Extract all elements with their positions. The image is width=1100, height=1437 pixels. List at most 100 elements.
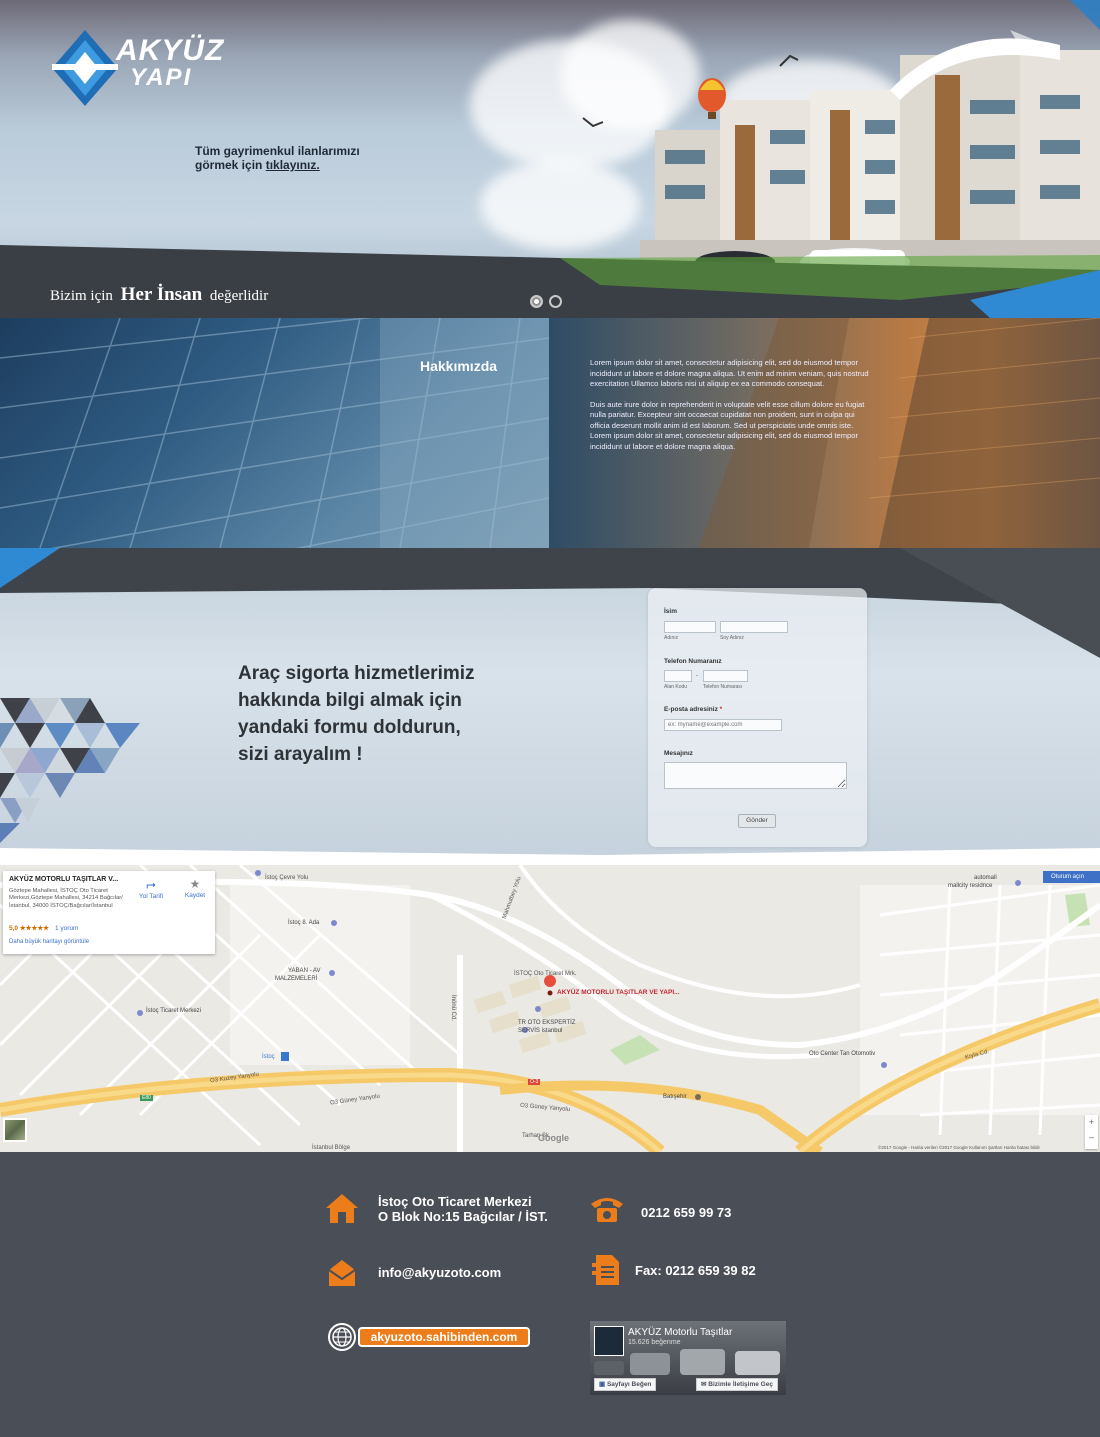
area-code-input[interactable] (664, 670, 692, 682)
fb-contact-label: Bizimle İletişime Geç (708, 1381, 773, 1388)
map-label: İstoç Çevre Yolu (265, 875, 309, 881)
headline-line-3: yandaki formu doldurun, (238, 717, 461, 738)
bigger-map-link[interactable]: Daha büyük haritayı görüntüle (9, 939, 89, 945)
map-label: Batışehir (663, 1094, 687, 1100)
footer-email[interactable]: info@akyuzoto.com (378, 1265, 501, 1280)
zoom-out-icon[interactable]: – (1085, 1130, 1098, 1145)
form-headline: Araç sigorta hizmetlerimiz hakkında bilg… (238, 660, 538, 768)
last-name-input[interactable] (720, 621, 788, 633)
message-label: Mesajınız (664, 750, 693, 757)
home-icon (326, 1194, 358, 1223)
footer: İstoç Oto Ticaret Merkezi O Blok No:15 B… (0, 1152, 1100, 1437)
glass-facade-pattern (0, 318, 550, 548)
headline-line-1: Araç sigorta hizmetlerimiz (238, 663, 475, 684)
first-name-input[interactable] (664, 621, 716, 633)
globe-icon (328, 1323, 356, 1351)
zoom-control[interactable]: + – (1085, 1115, 1098, 1149)
phone-label: Telefon Numaranız (664, 658, 722, 665)
place-rating: 5,0 ★★★★★ 1 yorum (9, 924, 78, 932)
brand-name-line2: YAPI (130, 64, 193, 91)
map-label: İstoç Ticaret Merkezi (146, 1008, 202, 1014)
phone-sublabel: Telefon Numarası (703, 684, 743, 690)
footer-fax: Fax: 0212 659 39 82 (635, 1263, 756, 1278)
email-label-text: E-posta adresiniz (664, 706, 718, 713)
building-illustration (640, 38, 1100, 270)
message-textarea[interactable] (664, 762, 847, 789)
contact-form-section: Araç sigorta hizmetlerimiz hakkında bilg… (0, 548, 1100, 865)
required-asterisk: * (719, 706, 723, 713)
slider-dot-1[interactable] (530, 295, 543, 308)
save-button[interactable]: ★ Kaydet (175, 877, 215, 899)
envelope-icon (328, 1260, 356, 1286)
map-label: İstoç 8. Ada (288, 920, 320, 926)
form-section-decor (0, 548, 1100, 865)
hero-banner: AKYÜZ YAPI Tüm gayrimenkul ilanlarımızı … (0, 0, 1100, 318)
satellite-toggle[interactable] (3, 1118, 27, 1142)
map-label: TR OTO EKSPERTİZ (518, 1020, 576, 1026)
about-paragraph-1: Lorem ipsum dolor sit amet, consectetur … (590, 358, 869, 388)
address-line-2: O Blok No:15 Bağcılar / İST. (378, 1209, 548, 1224)
directions-icon: ⮣ (146, 877, 156, 891)
map-label: YABAN - AV (288, 968, 321, 974)
email-label: E-posta adresiniz * (664, 706, 722, 713)
map-label: mallcity residnce (948, 883, 993, 889)
fb-like-label: Sayfayı Beğen (606, 1381, 652, 1388)
save-label: Kaydet (184, 892, 206, 899)
map-label: İstanbul Bölge (312, 1145, 351, 1151)
google-map[interactable]: İstoç Çevre Yolu Mahmutbey Yolu İstoç 8.… (0, 865, 1100, 1152)
area-code-sublabel: Alan Kodu (664, 684, 688, 690)
email-input[interactable] (664, 719, 782, 731)
map-place-card: AKYÜZ MOTORLU TAŞITLAR V... Göztepe Maha… (3, 871, 215, 954)
map-label: automall (974, 875, 997, 881)
map-marker-label[interactable]: AKYÜZ MOTORLU TAŞITLAR VE YAPI... (557, 989, 680, 996)
zoom-in-icon[interactable]: + (1085, 1115, 1098, 1130)
map-label: MALZEMELERİ (275, 976, 318, 982)
logo-icon (52, 30, 118, 106)
fb-contact-button[interactable]: ✉ Bizimle İletişime Geç (696, 1378, 778, 1391)
website-link[interactable]: akyuzoto.sahibinden.com (328, 1323, 530, 1351)
fb-likes-count: 15.626 beğenme (628, 1339, 681, 1346)
phone-separator: - (696, 673, 698, 679)
submit-button[interactable]: Gönder (738, 814, 776, 828)
google-logo: Google (538, 1133, 569, 1143)
map-label: İnönü Cd. (450, 994, 457, 1022)
phone-icon (591, 1198, 623, 1222)
fb-like-button[interactable]: ▣ Sayfayı Beğen (594, 1378, 657, 1391)
map-label: İstoç (262, 1054, 275, 1060)
contact-form: İsim Adınız Soy Adınız Telefon Numaranız… (648, 588, 867, 847)
directions-button[interactable]: ⮣ Yol Tarifi (131, 877, 171, 900)
highway-shield: E80 (140, 1095, 153, 1101)
last-name-sublabel: Soy Adınız (720, 635, 744, 641)
hero-slogan: Bizim için Her İnsan değerlidir (50, 284, 268, 306)
highway-shield: O-3 (528, 1079, 541, 1085)
name-label: İsim (664, 608, 678, 615)
place-title[interactable]: AKYÜZ MOTORLU TAŞITLAR V... (9, 876, 118, 883)
phone-number-input[interactable] (703, 670, 748, 682)
footer-address: İstoç Oto Ticaret Merkezi O Blok No:15 B… (378, 1194, 548, 1224)
facebook-page-widget[interactable]: AKYÜZ Motorlu Taşıtlar 15.626 beğenme ▣ … (590, 1321, 786, 1395)
about-section: Hakkımızda Lorem ipsum dolor sit amet, c… (0, 318, 1100, 548)
about-title: Hakkımızda (420, 358, 498, 374)
triangle-mosaic (0, 698, 140, 843)
map-label: Oto Center Tan Otomotiv (809, 1051, 876, 1057)
reviews-link[interactable]: 1 yorum (55, 925, 78, 932)
hero-cta-link[interactable]: tıklayınız. (266, 158, 320, 172)
fb-page-title[interactable]: AKYÜZ Motorlu Taşıtlar (628, 1327, 732, 1338)
slogan-emphasis: Her İnsan (120, 284, 203, 305)
slogan-pre: Bizim için (50, 288, 113, 304)
map-attribution: ©2017 Google - Harita verileri ©2017 Goo… (878, 1145, 1040, 1150)
star-icon: ★ (189, 877, 201, 891)
facebook-icon: ▣ (599, 1381, 606, 1388)
brand-logo[interactable]: AKYÜZ YAPI (50, 28, 240, 108)
first-name-sublabel: Adınız (664, 635, 679, 641)
about-image-left (0, 318, 550, 548)
sign-in-button[interactable]: Oturum açın (1043, 871, 1100, 883)
footer-phone[interactable]: 0212 659 99 73 (641, 1205, 731, 1220)
document-icon (592, 1255, 619, 1285)
map-label: İSTOÇ Oto Ticaret Mrk. (514, 971, 577, 977)
slider-dot-2[interactable] (549, 295, 562, 308)
directions-label: Yol Tarifi (138, 893, 164, 900)
rating-stars: 5,0 ★★★★★ (9, 925, 49, 932)
map-label: SERVİS istanbul (518, 1028, 563, 1034)
headline-line-2: hakkında bilgi almak için (238, 690, 462, 711)
